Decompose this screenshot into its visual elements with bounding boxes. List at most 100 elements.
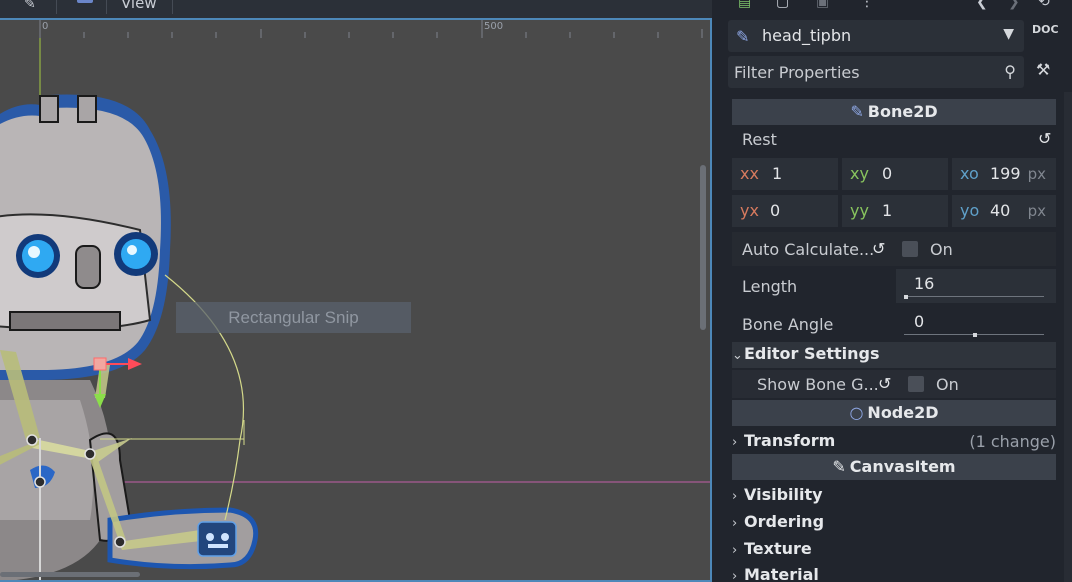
material-group[interactable]: › Material xyxy=(732,565,1056,582)
matrix-tag: yy xyxy=(850,201,869,220)
canvas-editor-panel: ✎ View 0 500 Rectangular Snip xyxy=(0,0,712,582)
new-resource-icon[interactable]: ▤ xyxy=(738,0,751,10)
bone-icon: ✎ xyxy=(850,102,864,121)
bone-angle-label: Bone Angle xyxy=(742,315,834,334)
section-header-canvasitem: ✎ CanvasItem xyxy=(732,454,1056,480)
inspector-panel: ▤ ▢ ▣ ⋮ ❮ ❯ ⟲ ✎ head_tipbn ▼ DOC ⚲ ⚒ ✎Bo… xyxy=(726,0,1072,582)
revert-icon[interactable]: ↺ xyxy=(878,374,891,393)
checkbox-on-label: On xyxy=(936,375,959,394)
property-tools-icon[interactable]: ⚒ xyxy=(1036,60,1050,79)
rest-yy-field[interactable]: yy 1 xyxy=(842,195,948,227)
matrix-value: 199 xyxy=(990,164,1021,183)
ruler-label-500: 500 xyxy=(484,21,504,32)
viewport-toolbar: ✎ View xyxy=(0,0,712,18)
chevron-right-icon: › xyxy=(732,435,738,450)
matrix-value: 1 xyxy=(882,201,893,220)
visibility-group[interactable]: › Visibility xyxy=(732,485,1056,511)
slider-value: 16 xyxy=(914,274,935,293)
auto-calculate-label: Auto Calculate... xyxy=(742,240,875,259)
bone-angle-slider[interactable]: 0 xyxy=(896,307,1056,341)
ordering-group[interactable]: › Ordering xyxy=(732,512,1056,538)
matrix-tag: xo xyxy=(960,164,979,183)
rest-xo-field[interactable]: xo 199 px xyxy=(952,158,1056,190)
chevron-right-icon: › xyxy=(732,516,738,531)
slider-value: 0 xyxy=(914,312,925,331)
group-label: Visibility xyxy=(744,485,823,504)
toolbar-separator xyxy=(172,0,173,14)
length-slider[interactable]: 16 xyxy=(896,269,1056,303)
grid-snap-icon[interactable] xyxy=(77,0,93,3)
slider-grabber[interactable] xyxy=(973,333,977,337)
history-back-icon[interactable]: ❮ xyxy=(976,0,988,10)
texture-group[interactable]: › Texture xyxy=(732,539,1056,565)
matrix-value: 0 xyxy=(882,164,893,183)
brush-icon: ✎ xyxy=(832,457,846,476)
save-resource-icon[interactable]: ▣ xyxy=(816,0,829,10)
section-title: CanvasItem xyxy=(849,457,956,476)
top-ruler: 0 500 xyxy=(0,20,710,38)
matrix-tag: xy xyxy=(850,164,869,183)
show-bone-gizmo-label: Show Bone G... xyxy=(757,375,879,394)
rectangular-snip-overlay: Rectangular Snip xyxy=(176,302,411,333)
object-history-icon[interactable]: ⟲ xyxy=(1038,0,1050,10)
node2d-icon: ○ xyxy=(849,403,864,422)
unit-label: px xyxy=(1027,202,1046,220)
toolbar-separator xyxy=(56,0,57,14)
auto-calculate-checkbox[interactable] xyxy=(902,241,918,257)
group-label: Material xyxy=(744,565,819,582)
section-header-bone2d: ✎ Bone2D xyxy=(732,99,1056,125)
load-resource-icon[interactable]: ▢ xyxy=(776,0,789,10)
chevron-right-icon: › xyxy=(732,569,738,582)
checkbox-on-label: On xyxy=(930,240,953,259)
chevron-down-icon: ⌄ xyxy=(732,348,743,363)
matrix-tag: xx xyxy=(740,164,759,183)
rest-yx-field[interactable]: yx 0 xyxy=(732,195,838,227)
matrix-value: 0 xyxy=(770,201,781,220)
slider-track xyxy=(904,296,1044,297)
chevron-right-icon: › xyxy=(732,543,738,558)
group-label: Ordering xyxy=(744,512,825,531)
change-count: (1 change) xyxy=(969,432,1056,451)
unit-label: px xyxy=(1027,165,1046,183)
bone-icon: ✎ xyxy=(736,27,750,46)
group-label: Transform xyxy=(744,431,836,450)
chevron-down-icon: ▼ xyxy=(1003,26,1014,42)
history-forward-icon[interactable]: ❯ xyxy=(1008,0,1020,10)
horizontal-scrollbar[interactable] xyxy=(0,572,140,577)
rest-xy-field[interactable]: xy 0 xyxy=(842,158,948,190)
filter-properties-input[interactable] xyxy=(728,56,988,88)
toolbar-separator xyxy=(106,0,107,14)
slider-grabber[interactable] xyxy=(904,295,908,299)
view-menu-button[interactable]: View xyxy=(121,0,157,12)
open-documentation-icon[interactable]: DOC xyxy=(1032,24,1059,36)
inspector-toolbar: ▤ ▢ ▣ ⋮ ❮ ❯ ⟲ xyxy=(726,0,1072,14)
revert-icon[interactable]: ↺ xyxy=(1038,129,1051,148)
more-options-icon[interactable]: ⋮ xyxy=(860,0,874,10)
object-selector[interactable]: ✎ head_tipbn ▼ xyxy=(728,20,1024,52)
2d-viewport[interactable]: 0 500 Rectangular Snip xyxy=(0,18,712,582)
matrix-value: 1 xyxy=(772,164,783,183)
filter-properties-box[interactable]: ⚲ xyxy=(728,56,1024,88)
search-icon: ⚲ xyxy=(1004,62,1016,81)
selected-node-name: head_tipbn xyxy=(762,26,852,45)
vertical-scrollbar[interactable] xyxy=(700,165,706,330)
matrix-value: 40 xyxy=(990,201,1011,220)
revert-icon[interactable]: ↺ xyxy=(872,239,885,258)
rest-xx-field[interactable]: xx 1 xyxy=(732,158,838,190)
property-list: ✎ Bone2D Rest ↺ xx 1 xy 0 xo 199 px yx 0 … xyxy=(726,92,1066,582)
group-label: Editor Settings xyxy=(744,344,880,363)
chevron-right-icon: › xyxy=(732,489,738,504)
matrix-tag: yx xyxy=(740,201,759,220)
section-header-node2d: ○ Node2D xyxy=(732,400,1056,426)
editor-settings-group[interactable]: ⌄Editor Settings xyxy=(732,344,1056,370)
scene-canvas[interactable] xyxy=(0,20,710,582)
show-bone-gizmo-checkbox[interactable] xyxy=(908,376,924,392)
section-title: Node2D xyxy=(867,403,939,422)
length-label: Length xyxy=(742,277,798,296)
ruler-label-0: 0 xyxy=(42,21,49,32)
inspector-scrollbar[interactable] xyxy=(1064,92,1072,582)
panel-splitter[interactable] xyxy=(712,0,726,582)
godot-node-icon[interactable] xyxy=(197,521,237,557)
select-tool-icon[interactable]: ✎ xyxy=(24,0,36,12)
rest-yo-field[interactable]: yo 40 px xyxy=(952,195,1056,227)
